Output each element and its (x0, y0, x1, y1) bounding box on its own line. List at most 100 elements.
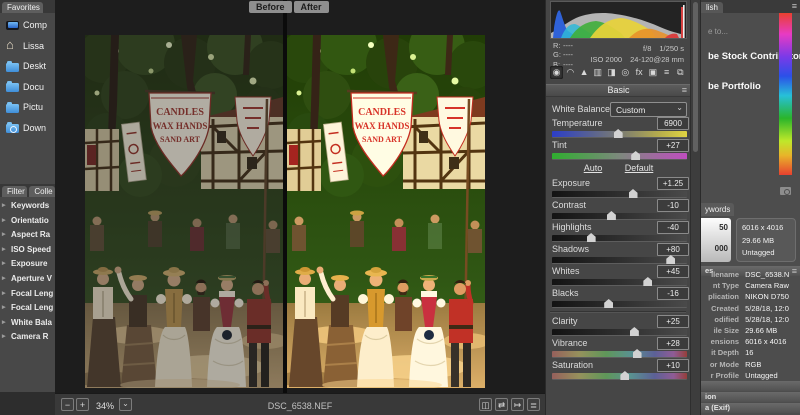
slider-thumb[interactable] (604, 299, 614, 308)
filter-item[interactable]: Exposure (0, 257, 55, 272)
default-link[interactable]: Default (625, 163, 654, 173)
slider-track[interactable] (552, 299, 687, 308)
filter-item[interactable]: Aspect Ra (0, 228, 55, 243)
tab-collections[interactable]: Colle (29, 186, 55, 197)
filter-item[interactable]: Camera R (0, 330, 55, 345)
slider-track[interactable] (552, 349, 687, 358)
histogram[interactable] (550, 1, 687, 39)
slider-thumb[interactable] (629, 327, 639, 336)
right-panels: lish e to... be Stock Contributor be Por… (700, 0, 800, 415)
adobe-portfolio-link[interactable]: be Portfolio (708, 81, 761, 92)
slider-track[interactable] (552, 255, 687, 264)
sidebar-footer (0, 392, 55, 415)
color-spectrum-strip (779, 13, 792, 175)
before-after-view-icon[interactable]: ◫ (479, 398, 492, 411)
before-button[interactable]: Before (249, 1, 292, 13)
slider-value-field[interactable]: +10 (657, 358, 689, 372)
filter-item[interactable]: Focal Leng (0, 301, 55, 316)
tab-split-toning[interactable]: ◨ (605, 66, 618, 79)
slider-thumb[interactable] (620, 371, 630, 380)
sidebar-favorite-item[interactable]: Pictu (0, 97, 55, 118)
slider-track[interactable] (552, 211, 687, 220)
slider-thumb[interactable] (631, 151, 641, 160)
slider-track[interactable] (552, 277, 687, 286)
tab-presets[interactable]: ≡ (660, 66, 673, 79)
slider-thumb[interactable] (586, 233, 596, 242)
folder-icon (6, 81, 19, 93)
white-balance-row: White Balance: Custom (546, 102, 691, 117)
tab-detail[interactable]: ▲ (578, 66, 591, 79)
section-iptc-extension[interactable]: ion (701, 392, 800, 402)
tab-effects[interactable]: fx (633, 66, 646, 79)
tab-snapshots[interactable]: ⧉ (674, 66, 687, 79)
filter-item[interactable]: Orientatio (0, 214, 55, 229)
swap-before-after-icon[interactable]: ⇄ (495, 398, 508, 411)
after-image[interactable] (287, 35, 485, 388)
sidebar-favorite-item[interactable]: Lissa (0, 36, 55, 57)
slider-track[interactable] (552, 129, 687, 138)
slider-track[interactable] (552, 189, 687, 198)
tab-tone-curve[interactable]: ◠ (564, 66, 577, 79)
auto-link[interactable]: Auto (584, 163, 603, 173)
filter-item[interactable]: Focal Leng (0, 287, 55, 302)
tab-basic[interactable]: ◉ (550, 66, 563, 79)
slider-value-field[interactable]: -16 (657, 286, 689, 300)
tab-camera-calibration[interactable]: ▣ (646, 66, 659, 79)
camera-raw-dialog: Before After − + 34% DSC_6538.NEF ◫⇄↦≣ (55, 0, 700, 415)
white-balance-select[interactable]: Custom (610, 102, 687, 117)
slider-thumb[interactable] (632, 349, 642, 358)
section-collapsed[interactable] (701, 381, 800, 391)
slider-value-field[interactable]: +27 (657, 138, 689, 152)
preview-options-icon[interactable]: ≣ (527, 398, 540, 411)
scrollbar-thumb[interactable] (693, 2, 698, 152)
tab-keywords[interactable]: ywords (701, 203, 735, 216)
panel-menu-icon[interactable] (792, 1, 797, 12)
favorite-label: Down (23, 122, 47, 133)
slider-value-field[interactable]: -10 (657, 198, 689, 212)
slider-thumb[interactable] (613, 129, 623, 138)
sidebar-favorite-item[interactable]: Deskt (0, 56, 55, 77)
slider-thumb[interactable] (606, 211, 616, 220)
chevron-right-icon (2, 243, 6, 258)
preview-toolbar: − + 34% DSC_6538.NEF ◫⇄↦≣ (55, 393, 545, 415)
slider-value-field[interactable]: +80 (657, 242, 689, 256)
before-image[interactable] (85, 35, 283, 388)
tab-publish[interactable]: lish (701, 2, 724, 13)
copy-settings-icon[interactable]: ↦ (511, 398, 524, 411)
tab-hsl-grayscale[interactable]: ▥ (591, 66, 604, 79)
camera-icon (780, 187, 791, 195)
tab-filter[interactable]: Filter (2, 186, 28, 197)
slider-value-field[interactable]: +25 (657, 314, 689, 328)
section-camera-data-exif[interactable]: a (Exif) (701, 403, 800, 413)
filter-item[interactable]: Keywords (0, 199, 55, 214)
sidebar-favorite-item[interactable]: Comp (0, 15, 55, 36)
slider-clarity: Clarity +25 (546, 314, 691, 337)
slider-track[interactable] (552, 151, 687, 160)
slider-track[interactable] (552, 371, 687, 380)
tab-lens-corrections[interactable]: ◎ (619, 66, 632, 79)
slider-value-field[interactable]: -40 (657, 220, 689, 234)
slider-value-field[interactable]: 6900 (657, 116, 689, 130)
filter-item[interactable]: ISO Speed (0, 243, 55, 258)
metadata-row: ile Size 29.66 MB (713, 325, 778, 335)
chevron-right-icon (2, 214, 6, 229)
slider-track[interactable] (552, 327, 687, 336)
filter-item[interactable]: Aperture V (0, 272, 55, 287)
slider-value-field[interactable]: +45 (657, 264, 689, 278)
folder-icon (6, 60, 19, 72)
slider-value-field[interactable]: +1.25 (657, 176, 689, 190)
file-info-box: 6016 x 4016 29.66 MB Untagged (736, 218, 796, 262)
slider-track[interactable] (552, 233, 687, 242)
sidebar-favorite-item[interactable]: Docu (0, 77, 55, 98)
slider-thumb[interactable] (628, 189, 638, 198)
slider-thumb[interactable] (666, 255, 676, 264)
panel-menu-icon[interactable] (682, 85, 687, 96)
tab-favorites[interactable]: Favorites (2, 2, 44, 13)
sidebar-favorite-item[interactable]: Down (0, 118, 55, 139)
after-button[interactable]: After (293, 1, 329, 13)
slider-value-field[interactable]: +28 (657, 336, 689, 350)
exposure-readout: f/8 1/250 s ISO 2000 24-120@28 mm (590, 44, 684, 64)
filter-item[interactable]: White Bala (0, 316, 55, 331)
slider-thumb[interactable] (643, 277, 653, 286)
panel-scrollbar[interactable] (690, 0, 700, 415)
